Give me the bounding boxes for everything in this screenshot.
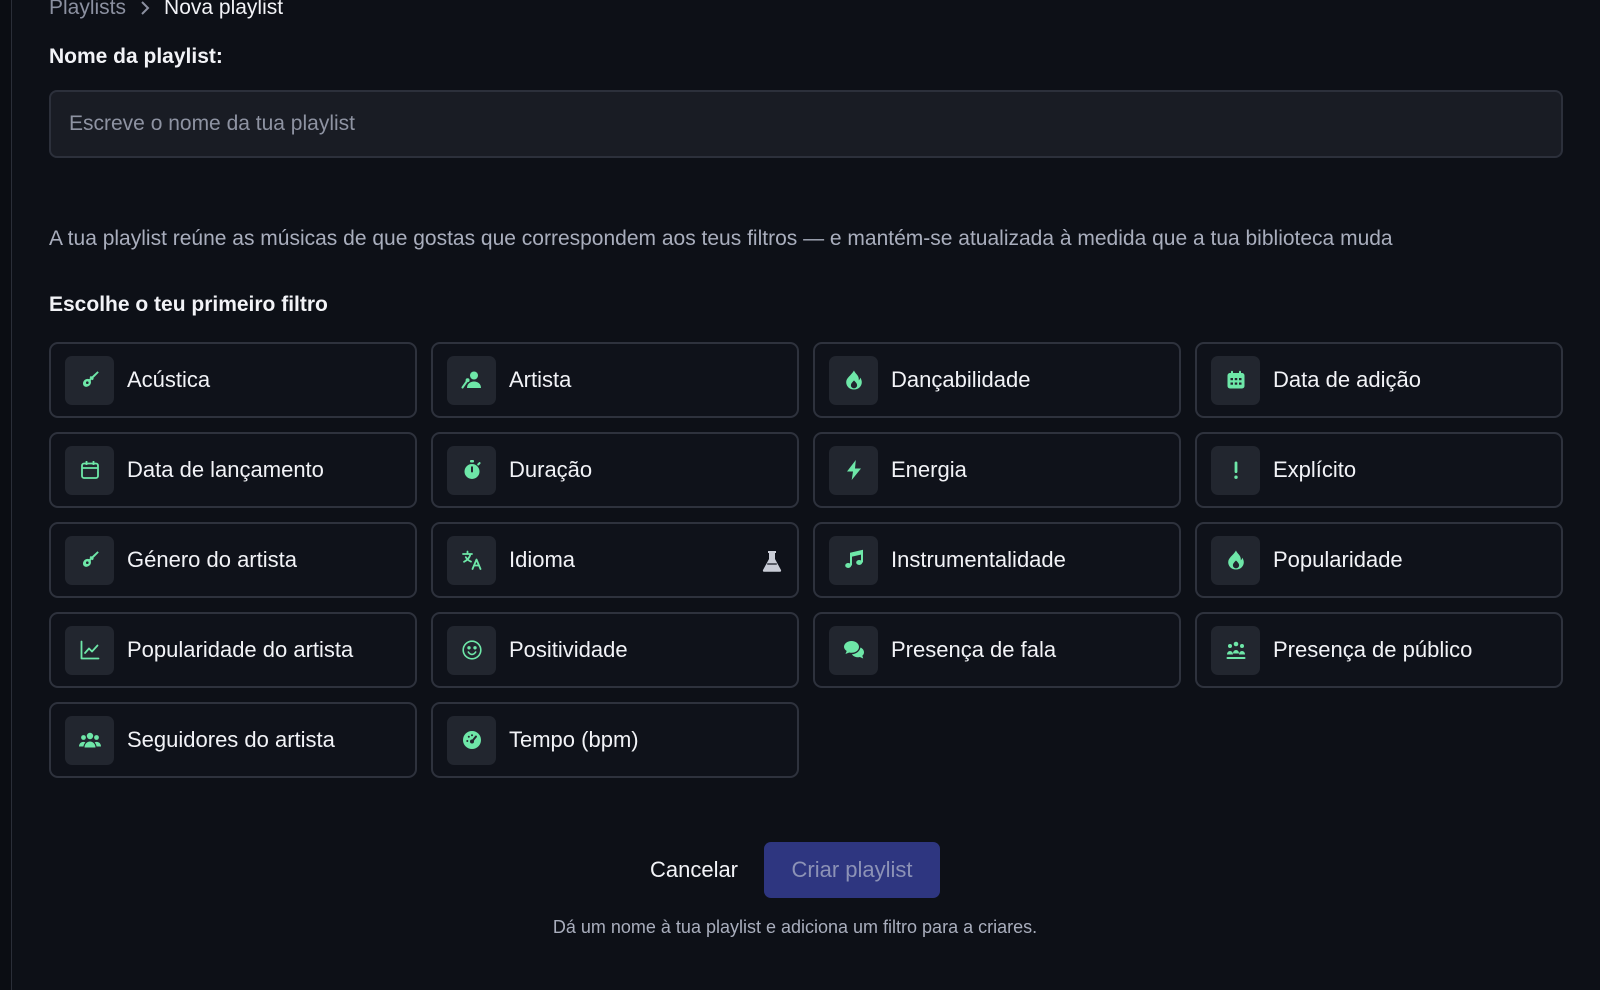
filter-label: Presença de fala [891,637,1057,662]
filter-label: Data de adição [1273,367,1421,392]
filter-option-instrumentalidade[interactable]: Instrumentalidade [813,522,1181,598]
guitar-icon [65,535,114,585]
audience-icon [1211,625,1260,675]
filter-label: Idioma [509,547,576,572]
filter-label: Seguidores do artista [127,727,335,752]
cancel-button[interactable]: Cancelar [650,857,738,883]
music-note-icon [829,535,878,585]
filter-option-duracao[interactable]: Duração [431,432,799,508]
filter-option-genero-do-artista[interactable]: Género do artista [49,522,417,598]
filter-option-positividade[interactable]: Positividade [431,612,799,688]
filter-option-idioma[interactable]: Idioma [431,522,799,598]
create-hint: Dá um nome à tua playlist e adiciona um … [552,917,1038,937]
users-icon [65,715,114,765]
playlist-name-label: Nome da playlist: [49,45,223,68]
filter-option-data-de-lancamento[interactable]: Data de lançamento [49,432,417,508]
playlist-description: A tua playlist reúne as músicas de que g… [49,227,1393,250]
filter-option-explicito[interactable]: Explícito [1195,432,1563,508]
calendar-outline-icon [65,445,114,495]
breadcrumb-current: Nova playlist [164,0,284,19]
filter-grid: Acústica Artista Dançabilidade Data de adiç… [49,342,1563,778]
breadcrumb-playlists-link[interactable]: Playlists [49,0,126,20]
filter-label: Presença de público [1273,637,1473,662]
left-rail-divider [0,0,12,990]
filter-option-popularidade[interactable]: Popularidade [1195,522,1563,598]
filter-label: Instrumentalidade [891,547,1066,572]
calendar-filled-icon [1211,355,1260,405]
chat-bubbles-icon [829,625,878,675]
line-chart-icon [65,625,114,675]
filter-option-acustica[interactable]: Acústica [49,342,417,418]
filter-label: Acústica [127,367,211,392]
new-playlist-page: Playlists Nova playlist Nome da playlist… [49,0,1563,990]
filter-label: Tempo (bpm) [509,727,639,752]
create-playlist-button[interactable]: Criar playlist [764,842,941,898]
filter-label: Explícito [1273,457,1357,482]
filter-option-seguidores-do-artista[interactable]: Seguidores do artista [49,702,417,778]
filter-label: Positividade [509,637,628,662]
filter-label: Duração [509,457,593,482]
filter-option-dancabilidade[interactable]: Dançabilidade [813,342,1181,418]
filter-option-artista[interactable]: Artista [431,342,799,418]
flask-icon [761,549,783,573]
filter-label: Energia [891,457,967,482]
filters-heading: Escolhe o teu primeiro filtro [49,293,328,316]
filter-label: Popularidade [1273,547,1403,572]
filter-option-presenca-de-publico[interactable]: Presença de público [1195,612,1563,688]
stopwatch-icon [447,445,496,495]
filter-label: Popularidade do artista [127,637,354,662]
filter-label: Artista [509,367,572,392]
playlist-name-input[interactable] [49,90,1563,158]
guitar-icon [65,355,114,405]
filter-option-popularidade-do-artista[interactable]: Popularidade do artista [49,612,417,688]
filter-option-tempo-bpm[interactable]: Tempo (bpm) [431,702,799,778]
fire-icon [829,355,878,405]
filter-option-data-de-adicao[interactable]: Data de adição [1195,342,1563,418]
artist-icon [447,355,496,405]
fire-icon [1211,535,1260,585]
translate-icon [447,535,496,585]
filter-option-presenca-de-fala[interactable]: Presença de fala [813,612,1181,688]
chevron-right-icon [140,1,150,15]
form-actions: Cancelar Criar playlist [49,842,1563,898]
breadcrumb: Playlists Nova playlist [49,0,283,22]
smile-icon [447,625,496,675]
filter-label: Dançabilidade [891,367,1031,392]
filter-label: Data de lançamento [127,457,324,482]
gauge-icon [447,715,496,765]
exclamation-icon [1211,445,1260,495]
filter-label: Género do artista [127,547,297,572]
filter-option-energia[interactable]: Energia [813,432,1181,508]
bolt-icon [829,445,878,495]
